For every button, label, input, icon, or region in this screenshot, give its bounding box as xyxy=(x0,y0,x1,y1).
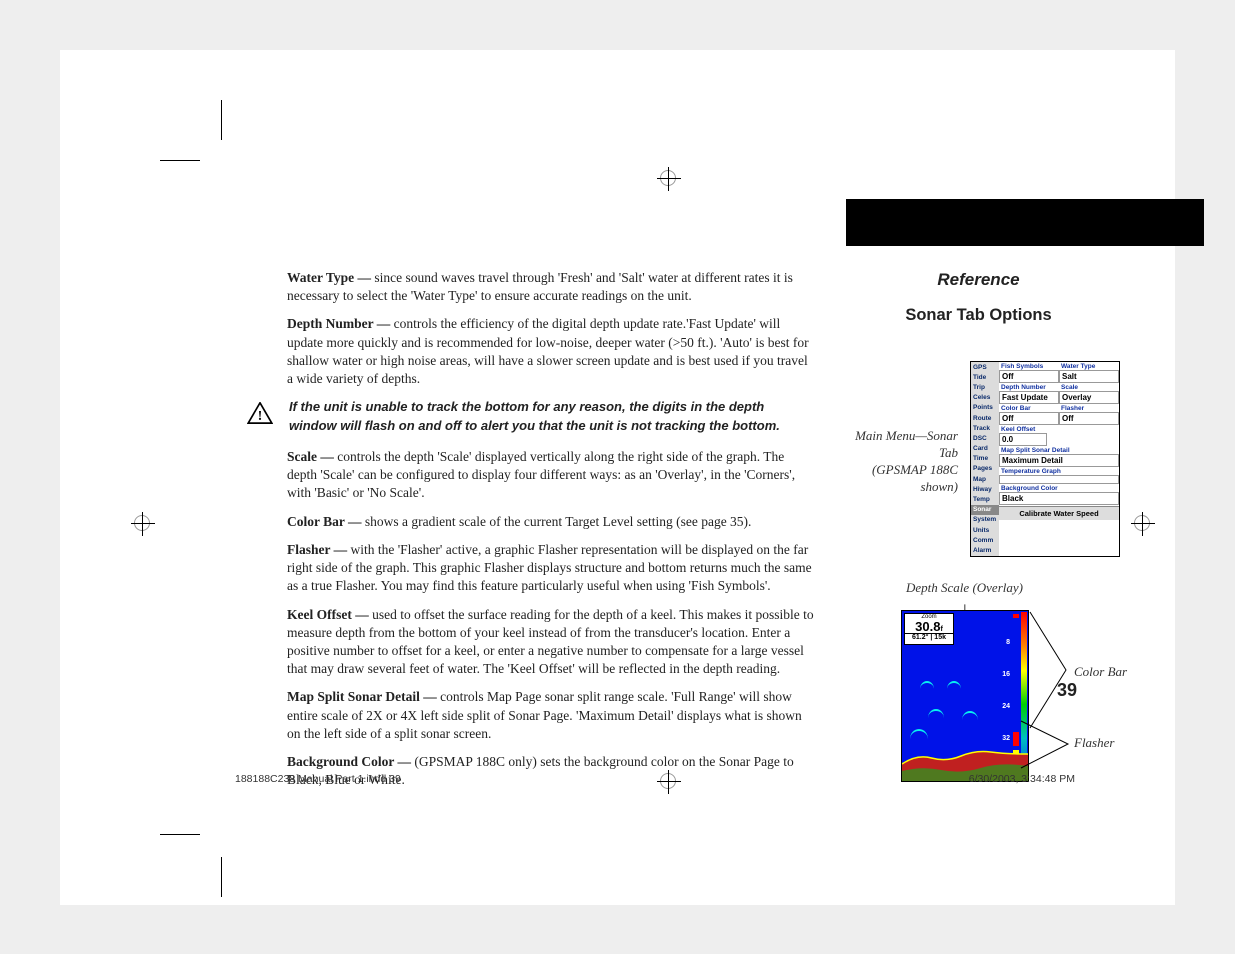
term: Map Split Sonar Detail — xyxy=(287,689,437,704)
menu-tab: GPS xyxy=(971,362,999,372)
header-banner xyxy=(846,199,1204,246)
scale-mark: 8 xyxy=(1006,639,1010,646)
menu-tab: DSC xyxy=(971,433,999,443)
term: Keel Offset — xyxy=(287,607,369,622)
menu-tab-list: GPSTideTripCelesPointsRouteTrackDSCCardT… xyxy=(971,362,999,556)
caption-flasher: Flasher xyxy=(1074,735,1114,752)
term: Flasher — xyxy=(287,542,347,557)
menu-value: Off xyxy=(999,412,1059,425)
caption-line: Main Menu—Sonar Tab xyxy=(855,428,958,460)
menu-value: Off xyxy=(1059,412,1119,425)
definition-depth-number: Depth Number — controls the efficiency o… xyxy=(287,315,817,388)
term: Background Color — xyxy=(287,754,411,769)
note-text: If the unit is unable to track the botto… xyxy=(289,398,814,436)
depth-value: 30.8 xyxy=(915,619,940,634)
section-heading: Sonar Tab Options xyxy=(846,306,1111,325)
definition-color-bar: Color Bar — shows a gradient scale of th… xyxy=(287,513,817,531)
menu-label: Scale xyxy=(1059,383,1119,391)
page: Reference Sonar Tab Options Water Type —… xyxy=(60,50,1175,905)
caption-color-bar: Color Bar xyxy=(1074,664,1127,681)
caption-main-menu: Main Menu—Sonar Tab (GPSMAP 188C shown) xyxy=(838,428,958,496)
menu-tab: System xyxy=(971,515,999,525)
menu-label: Color Bar xyxy=(999,404,1059,412)
registration-mark-icon xyxy=(134,515,150,531)
body: shows a gradient scale of the current Ta… xyxy=(362,514,752,529)
definition-flasher: Flasher — with the 'Flasher' active, a g… xyxy=(287,541,817,596)
registration-mark-icon xyxy=(660,170,676,186)
temp-value: 61.2° xyxy=(912,634,928,641)
body: with the 'Flasher' active, a graphic Fla… xyxy=(287,542,812,593)
caption-depth-scale: Depth Scale (Overlay) xyxy=(892,580,1037,597)
svg-text:!: ! xyxy=(258,408,263,423)
menu-tab: Track xyxy=(971,423,999,433)
reference-heading: Reference xyxy=(846,270,1111,290)
menu-label: Map Split Sonar Detail xyxy=(999,446,1119,454)
menu-value: Fast Update xyxy=(999,391,1059,404)
menu-tab: Comm xyxy=(971,535,999,545)
term: Color Bar — xyxy=(287,514,362,529)
menu-label: Water Type xyxy=(1059,362,1119,370)
warning-triangle-icon: ! xyxy=(247,402,273,424)
term: Depth Number — xyxy=(287,316,390,331)
menu-tab: Pages xyxy=(971,464,999,474)
caption-line: (GPSMAP 188C shown) xyxy=(872,462,958,494)
sonar-screenshot: Zoom 30.8f 61.2° | 15k 8 16 24 32 40 xyxy=(901,610,1029,782)
definition-scale: Scale — controls the depth 'Scale' displ… xyxy=(287,448,817,503)
scale-mark: 24 xyxy=(1002,703,1010,710)
menu-tab: Route xyxy=(971,413,999,423)
menu-tab: Units xyxy=(971,525,999,535)
body: controls the depth 'Scale' displayed ver… xyxy=(287,449,795,500)
sonar-depth-box: Zoom 30.8f 61.2° | 15k xyxy=(904,613,954,645)
menu-tab: Celes xyxy=(971,393,999,403)
menu-tab: Points xyxy=(971,403,999,413)
term: Water Type — xyxy=(287,270,371,285)
menu-tab: Trip xyxy=(971,382,999,392)
note-box: ! If the unit is unable to track the bot… xyxy=(247,398,817,436)
crop-mark xyxy=(160,834,200,835)
crop-mark xyxy=(221,857,222,897)
footer-slug-right: 6/30/2003, 3:34:48 PM xyxy=(969,773,1075,785)
menu-tab: Time xyxy=(971,454,999,464)
term: Scale — xyxy=(287,449,334,464)
page-number: 39 xyxy=(1057,680,1077,701)
scale-mark: 16 xyxy=(1002,671,1010,678)
menu-tab: Card xyxy=(971,444,999,454)
menu-value: Black xyxy=(999,492,1119,505)
menu-value: Overlay xyxy=(1059,391,1119,404)
scale-mark: 32 xyxy=(1002,735,1010,742)
menu-screenshot: GPSTideTripCelesPointsRouteTrackDSCCardT… xyxy=(970,361,1120,557)
flasher-pointer xyxy=(1020,720,1075,780)
definition-water-type: Water Type — since sound waves travel th… xyxy=(287,269,817,305)
menu-label: Flasher xyxy=(1059,404,1119,412)
crop-mark xyxy=(221,100,222,140)
menu-body: Fish Symbols Off Water Type Salt Depth N… xyxy=(999,362,1119,556)
main-content: Water Type — since sound waves travel th… xyxy=(287,269,817,800)
footer-slug-left: 188188C238 Manual Part 1.indd 39 xyxy=(235,773,401,785)
menu-tab: Temp xyxy=(971,494,999,504)
menu-label: Background Color xyxy=(999,484,1119,492)
menu-tab: Sonar xyxy=(971,505,999,515)
definition-keel-offset: Keel Offset — used to offset the surface… xyxy=(287,606,817,679)
menu-value: Off xyxy=(999,370,1059,383)
crop-mark xyxy=(160,160,200,161)
menu-label: Temperature Graph xyxy=(999,467,1119,475)
calibrate-button: Calibrate Water Speed xyxy=(999,506,1119,520)
menu-tab: Alarm xyxy=(971,545,999,555)
registration-mark-icon xyxy=(1134,515,1150,531)
menu-value: Maximum Detail xyxy=(999,454,1119,467)
menu-value xyxy=(999,475,1119,484)
menu-value: 0.0 xyxy=(999,433,1047,446)
speed-value: 15k xyxy=(934,634,946,641)
menu-label: Keel Offset xyxy=(999,425,1119,433)
menu-label: Fish Symbols xyxy=(999,362,1059,370)
menu-tab: Tide xyxy=(971,372,999,382)
menu-value: Salt xyxy=(1059,370,1119,383)
menu-tab: Hiway xyxy=(971,484,999,494)
definition-map-split: Map Split Sonar Detail — controls Map Pa… xyxy=(287,688,817,743)
menu-label: Depth Number xyxy=(999,383,1059,391)
menu-tab: Map xyxy=(971,474,999,484)
